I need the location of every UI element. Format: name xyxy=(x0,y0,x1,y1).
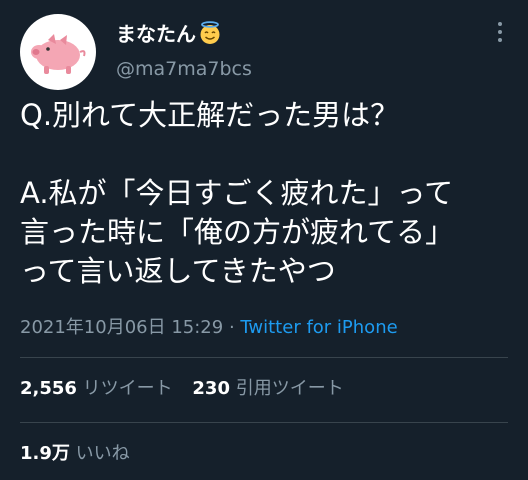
timestamp[interactable]: 2021年10月06日 15:29 xyxy=(20,317,223,338)
smiling-face-with-halo-icon xyxy=(200,21,220,44)
source-link[interactable]: Twitter for iPhone xyxy=(240,317,397,338)
divider xyxy=(20,357,508,358)
quotes-stat[interactable]: 230 引用ツイート xyxy=(192,378,343,399)
likes-count: 1.9万 xyxy=(20,443,70,464)
retweets-count: 2,556 xyxy=(20,378,77,399)
avatar[interactable] xyxy=(20,14,96,90)
quotes-count: 230 xyxy=(192,378,230,399)
tweet-text: Q.別れて大正解だった男は？ A.私が「今日すごく疲れた」って 言った時に「俺の… xyxy=(20,96,520,291)
likes-label: いいね xyxy=(75,443,130,464)
more-options-icon[interactable] xyxy=(494,22,506,46)
tweet-meta: 2021年10月06日 15:29 · Twitter for iPhone xyxy=(20,315,398,341)
tweet-line-blank xyxy=(20,135,520,174)
display-name-text: まなたん xyxy=(116,22,196,46)
retweets-stat[interactable]: 2,556 リツイート xyxy=(20,378,178,399)
tweet-line: 言った時に「俺の方が疲れてる」 xyxy=(20,215,455,249)
display-name[interactable]: まなたん xyxy=(116,20,222,48)
likes-stat[interactable]: 1.9万 いいね xyxy=(20,441,130,467)
user-handle[interactable]: @ma7ma7bcs xyxy=(116,56,252,82)
divider xyxy=(20,422,508,423)
tweet-line: Q.別れて大正解だった男は？ xyxy=(20,98,400,132)
retweets-label: リツイート xyxy=(82,378,173,399)
tweet-line: A.私が「今日すごく疲れた」って xyxy=(20,176,454,210)
tweet-line: って言い返してきたやつ xyxy=(20,254,336,288)
engagement-stats: 2,556 リツイート 230 引用ツイート xyxy=(20,376,358,402)
pig-icon xyxy=(31,34,86,74)
quotes-label: 引用ツイート xyxy=(235,378,344,399)
meta-separator: · xyxy=(223,317,241,338)
